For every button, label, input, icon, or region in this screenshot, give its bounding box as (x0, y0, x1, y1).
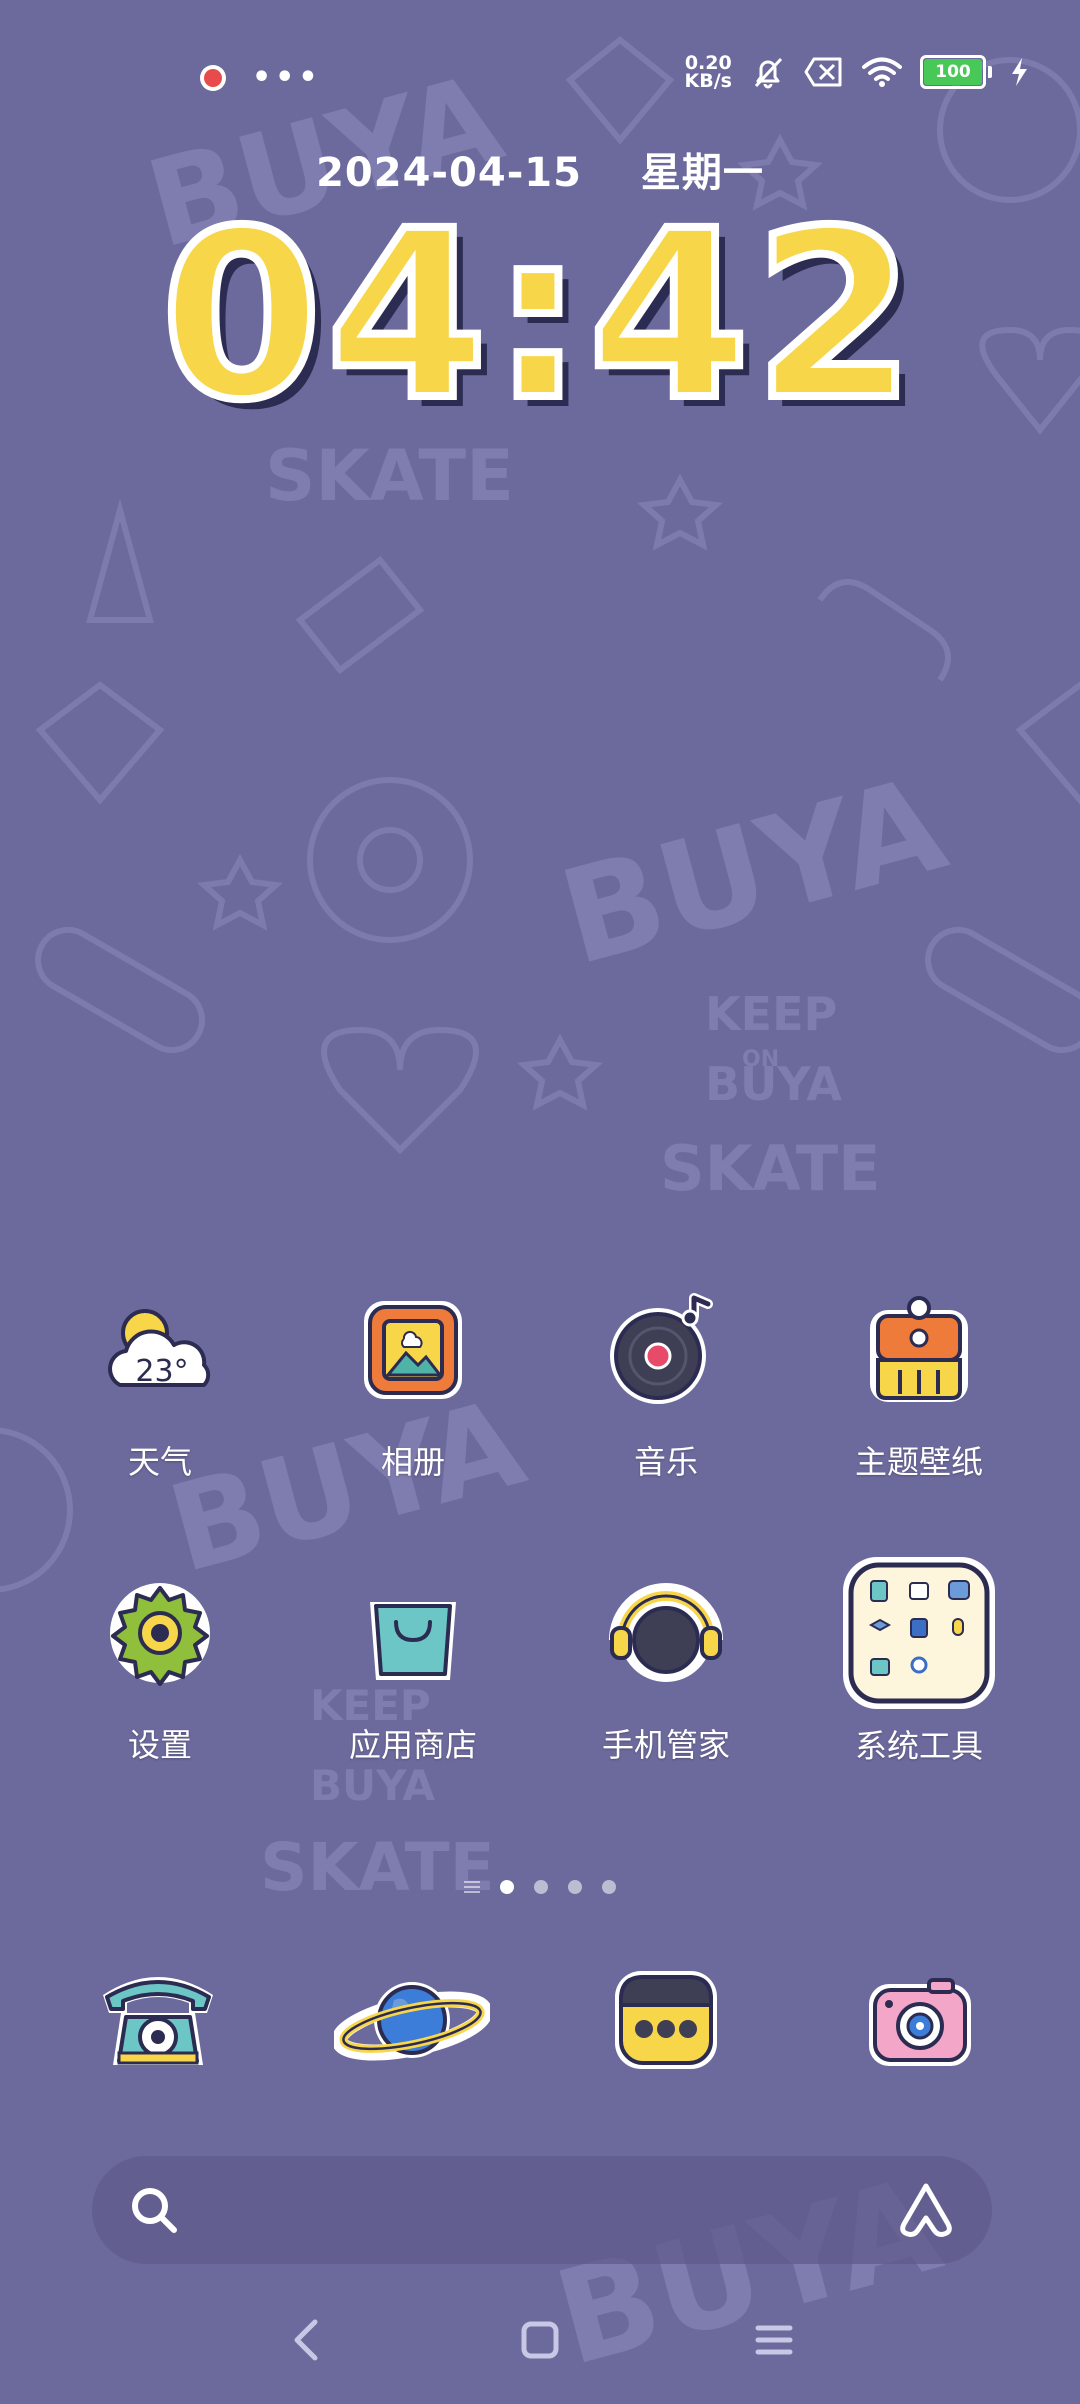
app-store[interactable]: 应用商店 (303, 1568, 523, 1766)
page-dot (500, 1880, 514, 1894)
net-speed-unit: KB/s (684, 70, 732, 92)
recents-button[interactable] (744, 2314, 804, 2366)
dock-browser[interactable] (312, 1950, 512, 2090)
folder-system-tools[interactable]: 系统工具 (809, 1555, 1029, 1767)
gallery-icon (348, 1285, 478, 1415)
app-label: 音乐 (633, 1443, 698, 1481)
dock-camera[interactable] (820, 1950, 1020, 2090)
settings-gear-icon (95, 1568, 225, 1698)
app-settings[interactable]: 设置 (50, 1568, 270, 1766)
page-indicator[interactable] (0, 1880, 1080, 1894)
svg-text:SKATE: SKATE (660, 1132, 881, 1205)
back-chevron-icon (294, 2319, 318, 2361)
app-gallery[interactable]: 相册 (303, 1285, 523, 1483)
page-list-icon (464, 1881, 480, 1893)
home-button[interactable] (510, 2314, 570, 2366)
weather-temp: 23° (135, 1354, 188, 1389)
app-themes[interactable]: 主题壁纸 (809, 1285, 1029, 1483)
app-label: 应用商店 (348, 1726, 477, 1764)
no-sim-icon (804, 57, 842, 87)
mute-bell-icon (754, 57, 783, 89)
back-button[interactable] (276, 2314, 336, 2366)
page-dot (534, 1880, 548, 1894)
music-icon (601, 1285, 731, 1415)
app-label: 设置 (127, 1726, 192, 1764)
home-square-icon (521, 2321, 559, 2359)
page-dot (602, 1880, 616, 1894)
more-dots-icon: ••• (252, 60, 322, 95)
search-icon[interactable] (128, 2184, 180, 2236)
wifi-icon (862, 57, 902, 87)
status-bar: ••• 0.20 KB/s 100 (0, 40, 1080, 110)
app-label: 系统工具 (854, 1727, 983, 1765)
svg-text:KEEP: KEEP (705, 987, 837, 1041)
search-bar[interactable] (92, 2156, 992, 2264)
security-headphones-icon (601, 1568, 731, 1698)
svg-text:BUYA: BUYA (705, 1057, 842, 1111)
system-tools-folder-icon (841, 1555, 997, 1711)
net-speed: 0.20 KB/s (684, 54, 732, 92)
svg-text:ON: ON (742, 1047, 779, 1072)
dock-phone[interactable] (58, 1950, 258, 2090)
dock-messages[interactable] (566, 1950, 766, 2090)
navigation-bar (0, 2300, 1080, 2380)
phone-icon (103, 1977, 213, 2065)
app-music[interactable]: 音乐 (556, 1285, 776, 1483)
app-label: 主题壁纸 (854, 1443, 983, 1481)
svg-text:BUYA: BUYA (310, 1761, 436, 1810)
charging-bolt-icon (1012, 58, 1027, 86)
browser-planet-icon (334, 1982, 490, 2061)
themes-icon (854, 1285, 984, 1415)
app-label: 相册 (380, 1443, 445, 1481)
app-label: 手机管家 (601, 1726, 730, 1764)
svg-text:SKATE: SKATE (260, 1829, 495, 1906)
weather-icon: 23° (95, 1285, 225, 1415)
svg-text:BUYA: BUYA (546, 748, 959, 995)
app-store-bag-icon (348, 1568, 478, 1698)
app-weather[interactable]: 23° 天气 (50, 1285, 270, 1483)
app-label: 天气 (127, 1443, 192, 1481)
app-security[interactable]: 手机管家 (556, 1568, 776, 1766)
battery-icon: 100 (920, 55, 992, 89)
battery-level: 100 (924, 59, 982, 85)
page-dot (568, 1880, 582, 1894)
camera-icon (869, 1978, 971, 2066)
clock-widget-time[interactable]: 04:42 (0, 196, 1080, 436)
record-dot-icon (200, 64, 226, 91)
assistant-icon[interactable] (896, 2180, 956, 2240)
messages-icon (615, 1971, 717, 2069)
menu-lines-icon (755, 2325, 793, 2355)
